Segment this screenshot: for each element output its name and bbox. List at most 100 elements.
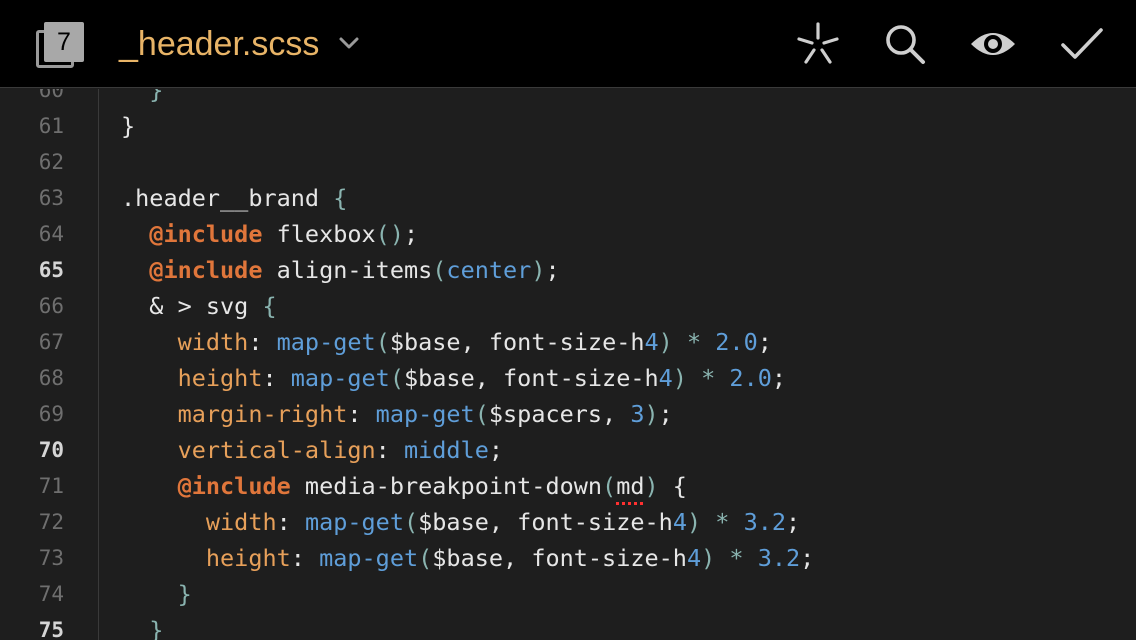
line-number: 69 [38,402,64,426]
code-token: 4 [686,544,702,572]
code-line[interactable]: 72 width: map-get($base, font-size-h4) *… [0,504,1136,540]
code-text[interactable]: vertical-align: middle; [121,432,503,468]
file-title[interactable]: _header.scss [119,22,319,66]
code-token: @include [177,472,291,500]
code-line[interactable]: 63 .header__brand { [0,180,1136,216]
code-text[interactable]: height: map-get($base, font-size-h4) * 2… [121,360,786,396]
code-line[interactable]: 74 } [0,576,1136,612]
code-token: ; [771,364,787,392]
top-toolbar: 7 _header.scss [0,0,1136,88]
code-line[interactable]: 65 @include align-items(center); [0,252,1136,288]
code-token: * [686,364,730,392]
code-text[interactable]: } [121,576,192,612]
code-token: map-get [319,544,419,572]
code-token: 3.2 [743,508,787,536]
code-line[interactable]: 66 & > svg { [0,288,1136,324]
code-token: media-breakpoint-down [290,472,603,500]
code-token: : [347,400,376,428]
code-token: $base, font-size-h [403,364,659,392]
code-token: } [149,89,164,104]
code-text[interactable]: width: map-get($base, font-size-h4) * 3.… [121,504,800,540]
code-line[interactable]: 62 [0,144,1136,180]
code-token: $base, font-size-h [432,544,687,572]
code-token: () [375,220,404,248]
code-text[interactable]: } [121,108,135,144]
code-token: $base, font-size-h [389,328,645,356]
code-text[interactable]: @include flexbox(); [121,216,418,252]
code-token: map-get [290,364,390,392]
code-token: ; [545,256,560,284]
code-line[interactable]: 70 vertical-align: middle; [0,432,1136,468]
tabs-count: 7 [44,22,84,62]
chevron-down-icon[interactable] [338,36,360,50]
line-number: 75 [38,618,64,640]
code-text[interactable]: @include align-items(center); [121,252,560,288]
line-number: 60 [38,89,64,102]
code-token: } [121,112,136,140]
code-text[interactable]: } [121,612,163,640]
code-token: ; [757,328,772,356]
code-token: ) [701,544,716,572]
code-token: middle [403,436,489,464]
code-token: ( [432,256,447,284]
code-text[interactable]: & > svg { [121,288,276,324]
code-token: * [672,328,716,356]
code-token: 3 [630,400,645,428]
tabs-button[interactable]: 7 [36,22,84,68]
code-text[interactable]: height: map-get($base, font-size-h4) * 3… [121,540,814,576]
code-editor[interactable]: 60 } 61} 62 63 .header__brand {64 @include f… [0,89,1136,640]
line-number: 72 [38,510,64,534]
code-token: align-items [262,256,433,284]
code-text[interactable]: @include media-breakpoint-down(md) { [121,468,687,504]
code-token: ( [602,472,617,500]
code-token: : [262,364,291,392]
code-token: 4 [644,328,659,356]
code-line[interactable]: 60 } [0,89,1136,108]
code-text[interactable]: width: map-get($base, font-size-h4) * 2.… [121,324,772,360]
line-number: 65 [38,258,64,282]
sparkle-icon[interactable] [794,20,842,68]
code-token: ) [644,472,659,500]
preview-eye-icon[interactable] [969,20,1017,68]
code-line[interactable]: 69 margin-right: map-get($spacers, 3); [0,396,1136,432]
code-token: .header__brand [121,184,334,212]
code-line[interactable]: 68 height: map-get($base, font-size-h4) … [0,360,1136,396]
code-token: @include [149,256,263,284]
code-line[interactable]: 61} [0,108,1136,144]
code-token: margin-right [177,400,348,428]
code-token: ) [672,364,687,392]
code-token: ; [403,220,419,248]
code-token: : [290,544,320,572]
code-token: 3.2 [757,544,801,572]
code-line[interactable]: 71 @include media-breakpoint-down(md) { [0,468,1136,504]
code-token: map-get [375,400,475,428]
code-token: * [701,508,744,536]
code-token: ( [474,400,489,428]
code-token: vertical-align [177,436,376,464]
code-text[interactable]: } [121,89,163,108]
code-token: ) [658,328,673,356]
code-line[interactable]: 64 @include flexbox(); [0,216,1136,252]
code-line[interactable]: 75 } [0,612,1136,640]
code-token: { [658,472,687,500]
code-text[interactable]: margin-right: map-get($spacers, 3); [121,396,673,432]
search-icon[interactable] [881,20,929,68]
code-line[interactable]: 73 height: map-get($base, font-size-h4) … [0,540,1136,576]
code-token: center [446,256,532,284]
code-token: flexbox [262,220,376,248]
line-number: 64 [38,222,64,246]
code-token: $spacers, [488,400,631,428]
code-token: * [715,544,758,572]
code-line[interactable]: 67 width: map-get($base, font-size-h4) *… [0,324,1136,360]
done-check-icon[interactable] [1058,20,1106,68]
code-text[interactable]: .header__brand { [121,180,347,216]
code-token: map-get [304,508,404,536]
line-number: 67 [38,330,64,354]
line-number: 62 [38,150,64,174]
